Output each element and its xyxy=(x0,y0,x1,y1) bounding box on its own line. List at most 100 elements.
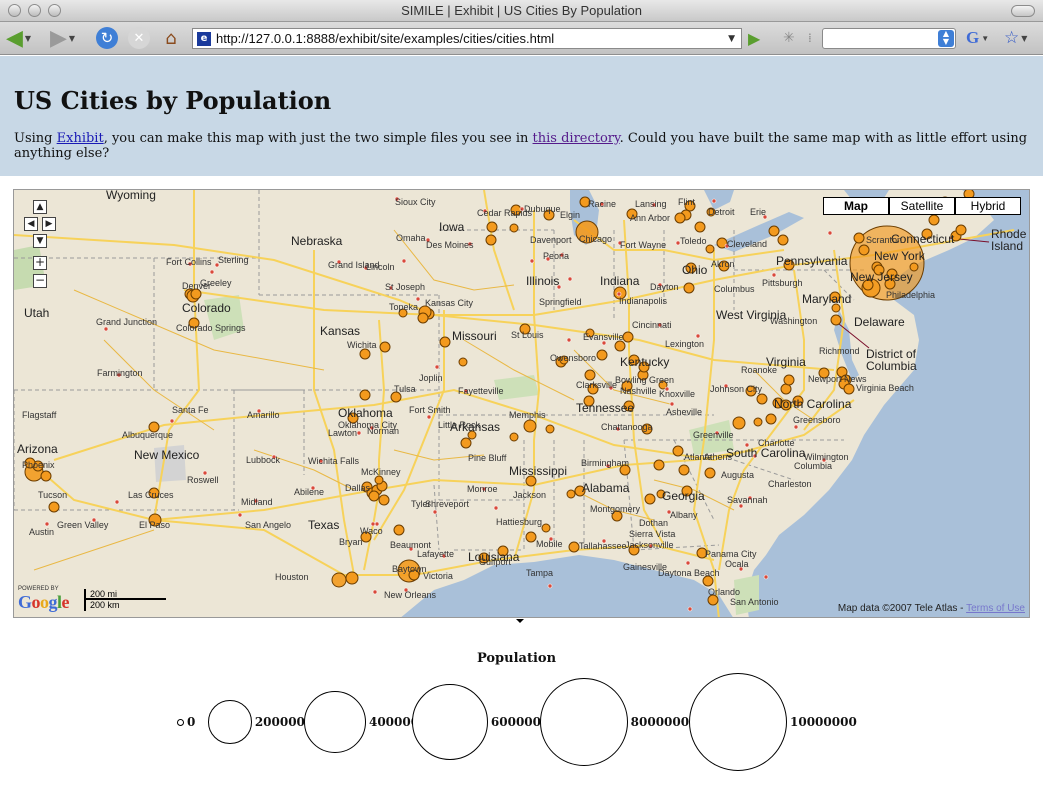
back-history-dropdown-icon[interactable]: ▼ xyxy=(25,34,31,43)
map-view[interactable]: Wyoming Nebraska Iowa Illinois Indiana O… xyxy=(13,189,1030,618)
pan-down-icon[interactable]: ▼ xyxy=(33,234,47,248)
legend-label: 8000000 xyxy=(630,714,690,729)
search-engine-dropdown-icon[interactable]: ▼ xyxy=(981,34,989,43)
address-bar[interactable]: e http://127.0.0.1:8888/exhibit/site/exa… xyxy=(192,28,742,49)
city-label: Evansville xyxy=(583,332,624,342)
exhibit-link[interactable]: Exhibit xyxy=(57,131,104,146)
city-marker[interactable] xyxy=(780,383,792,395)
city-marker[interactable] xyxy=(345,571,359,585)
pan-left-icon[interactable]: ◀ xyxy=(24,217,38,231)
map-type-satellite-button[interactable]: Satellite xyxy=(889,197,955,215)
city-marker[interactable] xyxy=(368,490,380,502)
window-titlebar: SIMILE | Exhibit | US Cities By Populati… xyxy=(0,0,1043,22)
window-controls[interactable] xyxy=(8,4,61,17)
terms-of-use-link[interactable]: Terms of Use xyxy=(966,603,1025,614)
bookmark-star-icon[interactable]: ☆ ▼ xyxy=(1004,27,1027,49)
city-marker[interactable] xyxy=(509,223,519,233)
search-resize-handle[interactable]: ⁞ xyxy=(808,27,812,49)
city-marker[interactable] xyxy=(644,493,656,505)
city-marker[interactable] xyxy=(379,341,391,353)
city-marker[interactable] xyxy=(853,232,865,244)
city-marker[interactable] xyxy=(783,374,795,386)
city-marker[interactable] xyxy=(843,383,855,395)
city-marker[interactable] xyxy=(830,314,842,326)
city-marker[interactable] xyxy=(622,331,634,343)
city-marker[interactable] xyxy=(48,501,60,513)
forward-history-dropdown-icon[interactable]: ▼ xyxy=(69,34,75,43)
city-marker[interactable] xyxy=(704,467,716,479)
city-marker[interactable] xyxy=(378,494,390,506)
pan-right-icon[interactable]: ▶ xyxy=(42,217,56,231)
city-marker[interactable] xyxy=(485,234,497,246)
city-dot xyxy=(169,418,175,424)
reload-button[interactable]: ↻ xyxy=(96,27,118,49)
map-type-hybrid-button[interactable]: Hybrid xyxy=(955,197,1021,215)
forward-button[interactable]: ▶ ▼ xyxy=(50,26,75,51)
city-marker[interactable] xyxy=(359,348,371,360)
city-label: Dubuque xyxy=(524,204,561,214)
city-marker[interactable] xyxy=(523,419,537,433)
city-label: Asheville xyxy=(666,407,703,417)
city-marker[interactable] xyxy=(458,357,468,367)
city-marker[interactable] xyxy=(765,413,777,425)
city-marker[interactable] xyxy=(756,393,768,405)
stop-button[interactable]: ✕ xyxy=(128,27,150,49)
city-marker[interactable] xyxy=(331,572,347,588)
city-marker[interactable] xyxy=(694,221,706,233)
city-marker[interactable] xyxy=(928,214,940,226)
zoom-out-button[interactable]: − xyxy=(33,274,47,288)
city-marker[interactable] xyxy=(393,524,405,536)
city-marker[interactable] xyxy=(541,523,551,533)
city-dot xyxy=(711,198,717,204)
city-marker[interactable] xyxy=(439,336,451,348)
city-marker[interactable] xyxy=(777,234,789,246)
url-history-dropdown-icon[interactable]: ▼ xyxy=(728,34,735,44)
toolbar-toggle-button[interactable] xyxy=(1011,5,1035,17)
google-powered-logo[interactable]: POWERED BY Google xyxy=(18,586,70,613)
city-marker[interactable] xyxy=(509,432,519,442)
city-dot xyxy=(793,424,799,430)
city-marker[interactable] xyxy=(40,470,52,482)
city-marker[interactable] xyxy=(359,389,371,401)
map-expand-toggle-icon[interactable] xyxy=(516,619,524,623)
city-marker[interactable] xyxy=(545,424,555,434)
minimize-window-button[interactable] xyxy=(28,4,41,17)
city-marker[interactable] xyxy=(674,212,686,224)
city-marker[interactable] xyxy=(525,531,537,543)
city-marker[interactable] xyxy=(732,416,746,430)
zoom-window-button[interactable] xyxy=(48,4,61,17)
pan-up-icon[interactable]: ▲ xyxy=(33,200,47,214)
city-marker[interactable] xyxy=(584,369,596,381)
search-input[interactable]: ▲ ▼ xyxy=(822,28,956,49)
city-marker[interactable] xyxy=(955,224,967,236)
url-input[interactable]: http://127.0.0.1:8888/exhibit/site/examp… xyxy=(216,31,728,46)
city-marker[interactable] xyxy=(753,417,763,427)
google-search-engine-icon[interactable]: G ▼ xyxy=(966,27,989,49)
city-marker[interactable] xyxy=(858,244,870,256)
go-button[interactable]: ▶ xyxy=(748,27,760,49)
city-marker[interactable] xyxy=(614,340,626,352)
zoom-in-button[interactable]: + xyxy=(33,256,47,270)
city-marker[interactable] xyxy=(568,541,580,553)
home-button[interactable]: ⌂ xyxy=(160,27,182,49)
city-marker[interactable] xyxy=(672,445,684,457)
city-marker[interactable] xyxy=(486,221,498,233)
bookmark-dropdown-icon[interactable]: ▼ xyxy=(1021,34,1027,43)
city-marker[interactable] xyxy=(417,312,429,324)
city-marker[interactable] xyxy=(566,489,576,499)
city-marker[interactable] xyxy=(374,475,384,485)
back-button[interactable]: ◀ ▼ xyxy=(6,26,31,51)
state-label-ohio: Ohio xyxy=(682,263,708,277)
city-marker[interactable] xyxy=(653,459,665,471)
city-label: Jacksonville xyxy=(625,540,674,550)
search-engine-stepper-icon[interactable]: ▲ ▼ xyxy=(938,30,954,47)
city-marker[interactable] xyxy=(678,464,690,476)
map-type-map-button[interactable]: Map xyxy=(823,197,889,215)
close-window-button[interactable] xyxy=(8,4,21,17)
city-marker[interactable] xyxy=(460,437,472,449)
this-directory-link[interactable]: this directory xyxy=(533,131,620,146)
city-marker[interactable] xyxy=(683,282,695,294)
city-marker[interactable] xyxy=(705,244,715,254)
city-marker[interactable] xyxy=(768,225,780,237)
city-marker[interactable] xyxy=(596,349,608,361)
